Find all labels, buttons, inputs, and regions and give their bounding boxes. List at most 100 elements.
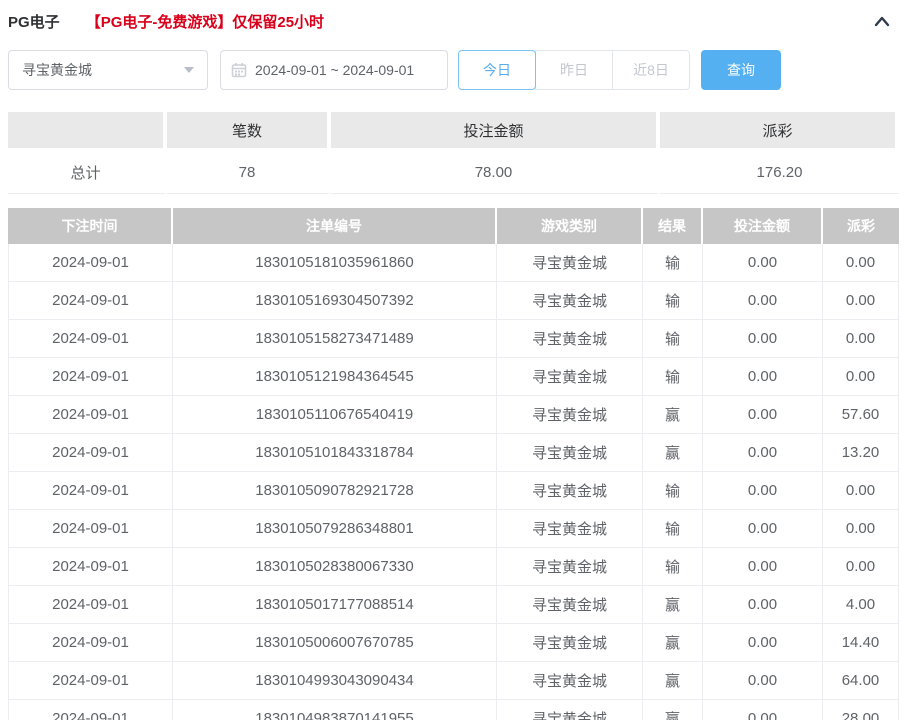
game-type-cell: 寻宝黄金城 xyxy=(497,282,643,320)
bet-amount-cell: 0.00 xyxy=(703,434,823,472)
order-id-cell: 1830105101843318784 xyxy=(173,434,497,472)
table-row: 2024-09-01 1830105079286348801 寻宝黄金城 输 0… xyxy=(8,510,899,548)
payout-cell: 64.00 xyxy=(823,662,899,700)
quick-range-button-group: 今日 昨日 近8日 xyxy=(458,50,690,90)
order-id-cell: 1830105079286348801 xyxy=(173,510,497,548)
bet-time-cell: 2024-09-01 xyxy=(8,586,173,624)
free-game-notice: 【PG电子-免费游戏】仅保留25小时 xyxy=(86,11,324,32)
result-cell: 输 xyxy=(643,510,703,548)
result-cell: 赢 xyxy=(643,586,703,624)
table-row: 2024-09-01 1830105028380067330 寻宝黄金城 输 0… xyxy=(8,548,899,586)
table-row: 2024-09-01 1830104993043090434 寻宝黄金城 赢 0… xyxy=(8,662,899,700)
chevron-down-icon xyxy=(184,67,194,73)
records-header-row: 下注时间 注单编号 游戏类别 结果 投注金额 派彩 xyxy=(8,208,899,244)
payout-cell: 28.00 xyxy=(823,700,899,720)
game-type-cell: 寻宝黄金城 xyxy=(497,662,643,700)
collapse-panel-button[interactable] xyxy=(871,11,893,33)
result-cell: 输 xyxy=(643,244,703,282)
summary-header-bet-amount: 投注金额 xyxy=(331,112,660,148)
date-range-value: 2024-09-01 ~ 2024-09-01 xyxy=(255,62,414,78)
date-range-input[interactable]: 2024-09-01 ~ 2024-09-01 xyxy=(220,50,448,90)
bet-time-cell: 2024-09-01 xyxy=(8,472,173,510)
game-type-cell: 寻宝黄金城 xyxy=(497,320,643,358)
result-cell: 赢 xyxy=(643,662,703,700)
bet-amount-cell: 0.00 xyxy=(703,472,823,510)
records-body: 2024-09-01 1830105181035961860 寻宝黄金城 输 0… xyxy=(8,244,899,720)
bet-time-cell: 2024-09-01 xyxy=(8,662,173,700)
game-type-cell: 寻宝黄金城 xyxy=(497,358,643,396)
summary-header-payout: 派彩 xyxy=(660,112,899,148)
payout-cell: 0.00 xyxy=(823,548,899,586)
table-row: 2024-09-01 1830105110676540419 寻宝黄金城 赢 0… xyxy=(8,396,899,434)
game-type-cell: 寻宝黄金城 xyxy=(497,472,643,510)
order-id-cell: 1830105121984364545 xyxy=(173,358,497,396)
bet-amount-cell: 0.00 xyxy=(703,548,823,586)
bet-time-cell: 2024-09-01 xyxy=(8,396,173,434)
game-select[interactable]: 寻宝黄金城 xyxy=(8,50,208,90)
game-type-cell: 寻宝黄金城 xyxy=(497,396,643,434)
result-cell: 输 xyxy=(643,320,703,358)
order-id-cell: 1830105110676540419 xyxy=(173,396,497,434)
bet-time-cell: 2024-09-01 xyxy=(8,434,173,472)
table-row: 2024-09-01 1830104983870141955 寻宝黄金城 赢 0… xyxy=(8,700,899,720)
order-id-cell: 1830105090782921728 xyxy=(173,472,497,510)
bet-time-cell: 2024-09-01 xyxy=(8,624,173,662)
game-type-cell: 寻宝黄金城 xyxy=(497,510,643,548)
bet-amount-cell: 0.00 xyxy=(703,282,823,320)
bet-amount-cell: 0.00 xyxy=(703,586,823,624)
payout-cell: 0.00 xyxy=(823,282,899,320)
payout-cell: 0.00 xyxy=(823,472,899,510)
result-cell: 输 xyxy=(643,358,703,396)
filter-bar: 寻宝黄金城 2024-09-01 ~ 2024-09-01 今日 昨日 近8日 … xyxy=(8,50,899,90)
page-title: PG电子 xyxy=(8,11,60,32)
bet-amount-cell: 0.00 xyxy=(703,320,823,358)
result-cell: 赢 xyxy=(643,396,703,434)
bet-time-cell: 2024-09-01 xyxy=(8,358,173,396)
bet-amount-cell: 0.00 xyxy=(703,358,823,396)
calendar-icon xyxy=(231,62,255,78)
bet-amount-cell: 0.00 xyxy=(703,700,823,720)
bet-amount-cell: 0.00 xyxy=(703,662,823,700)
order-id-cell: 1830105017177088514 xyxy=(173,586,497,624)
bet-time-cell: 2024-09-01 xyxy=(8,700,173,720)
table-row: 2024-09-01 1830105090782921728 寻宝黄金城 输 0… xyxy=(8,472,899,510)
bet-time-cell: 2024-09-01 xyxy=(8,548,173,586)
records-header-order-id: 注单编号 xyxy=(173,208,497,244)
result-cell: 输 xyxy=(643,472,703,510)
query-button[interactable]: 查询 xyxy=(701,50,781,90)
summary-header-blank xyxy=(8,112,167,148)
records-header-payout: 派彩 xyxy=(823,208,899,244)
game-type-cell: 寻宝黄金城 xyxy=(497,586,643,624)
result-cell: 输 xyxy=(643,282,703,320)
chevron-up-icon xyxy=(872,12,892,32)
order-id-cell: 1830104983870141955 xyxy=(173,700,497,720)
order-id-cell: 1830105028380067330 xyxy=(173,548,497,586)
table-row: 2024-09-01 1830105121984364545 寻宝黄金城 输 0… xyxy=(8,358,899,396)
game-select-value: 寻宝黄金城 xyxy=(22,60,92,80)
bet-time-cell: 2024-09-01 xyxy=(8,510,173,548)
result-cell: 赢 xyxy=(643,700,703,720)
records-header-bet-amount: 投注金额 xyxy=(703,208,823,244)
today-button[interactable]: 今日 xyxy=(458,50,536,90)
last-8-days-button[interactable]: 近8日 xyxy=(612,50,690,90)
bet-amount-cell: 0.00 xyxy=(703,624,823,662)
payout-cell: 4.00 xyxy=(823,586,899,624)
game-type-cell: 寻宝黄金城 xyxy=(497,624,643,662)
payout-cell: 14.40 xyxy=(823,624,899,662)
game-type-cell: 寻宝黄金城 xyxy=(497,434,643,472)
pg-records-page: { "panel": { "title": "PG电子", "notice": … xyxy=(0,0,907,720)
order-id-cell: 1830105169304507392 xyxy=(173,282,497,320)
yesterday-button[interactable]: 昨日 xyxy=(535,50,613,90)
bet-amount-cell: 0.00 xyxy=(703,396,823,434)
records-table: 下注时间 注单编号 游戏类别 结果 投注金额 派彩 2024-09-01 183… xyxy=(8,208,899,720)
result-cell: 赢 xyxy=(643,434,703,472)
payout-cell: 13.20 xyxy=(823,434,899,472)
table-row: 2024-09-01 1830105158273471489 寻宝黄金城 输 0… xyxy=(8,320,899,358)
summary-header-count: 笔数 xyxy=(167,112,331,148)
summary-total-count: 78 xyxy=(167,152,331,194)
result-cell: 赢 xyxy=(643,624,703,662)
bet-time-cell: 2024-09-01 xyxy=(8,282,173,320)
table-row: 2024-09-01 1830105017177088514 寻宝黄金城 赢 0… xyxy=(8,586,899,624)
table-row: 2024-09-01 1830105181035961860 寻宝黄金城 输 0… xyxy=(8,244,899,282)
game-type-cell: 寻宝黄金城 xyxy=(497,244,643,282)
